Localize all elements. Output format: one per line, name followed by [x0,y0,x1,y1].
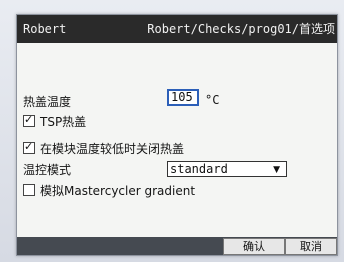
simulate-checkbox[interactable] [23,184,35,196]
control-mode-select[interactable]: standard ▼ [167,161,287,177]
cancel-button[interactable]: 取消 [285,238,337,255]
auto-off-label: 在模块温度较低时关闭热盖 [40,142,185,156]
tsp-lid-checkbox[interactable] [23,113,35,127]
auto-off-option[interactable]: 在模块温度较低时关闭热盖 [23,140,184,157]
simulate-label: 模拟Mastercycler gradient [40,184,196,198]
title-left: Robert [23,22,67,36]
chevron-down-icon[interactable]: ▼ [273,163,280,177]
device-screen: Robert Robert/Checks/prog01/首选项 热盖温度 105… [16,14,338,256]
button-bar: 确认 取消 [17,237,337,255]
ok-button[interactable]: 确认 [223,238,285,255]
device-frame: Robert Robert/Checks/prog01/首选项 热盖温度 105… [0,0,344,262]
tsp-lid-option[interactable]: TSP热盖 [23,113,86,130]
title-path: Robert/Checks/prog01/首选项 [147,22,335,36]
simulate-option[interactable]: 模拟Mastercycler gradient [23,182,195,199]
tsp-lid-label: TSP热盖 [40,115,87,129]
auto-off-checkbox[interactable] [23,140,35,154]
control-mode-value: standard [170,162,228,176]
lid-temp-unit: °C [205,93,220,107]
control-mode-label: 温控模式 [23,163,72,177]
title-bar: Robert Robert/Checks/prog01/首选项 [17,15,337,43]
lid-temp-label: 热盖温度 [23,95,72,109]
lid-temp-input[interactable]: 105 [167,89,199,106]
